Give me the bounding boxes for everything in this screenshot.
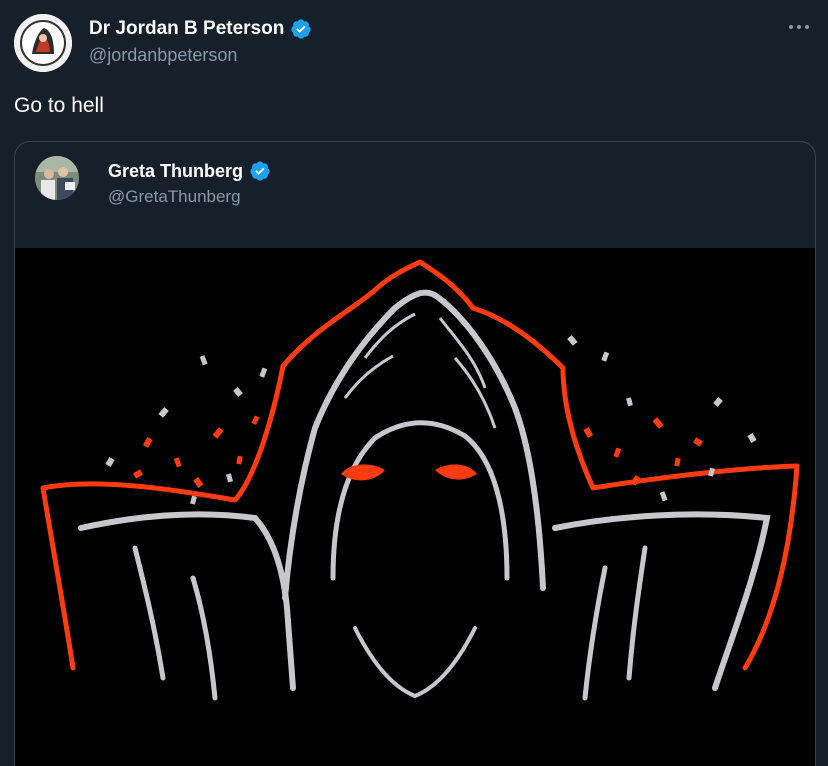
author-display-name[interactable]: Dr Jordan B Peterson [89, 18, 284, 40]
profile-photo-icon [35, 156, 79, 200]
profile-photo-icon [14, 14, 72, 72]
quoted-author-name-row: Greta Thunberg [108, 157, 271, 185]
more-options-icon [789, 25, 809, 29]
author-handle[interactable]: @jordanbpeterson [89, 45, 312, 66]
hooded-figure-illustration-icon [15, 248, 815, 766]
quoted-author-display-name[interactable]: Greta Thunberg [108, 161, 243, 182]
more-options-button[interactable] [786, 14, 812, 40]
quoted-author-handle[interactable]: @GretaThunberg [108, 187, 271, 207]
verified-badge-icon [291, 19, 311, 39]
quoted-author-info: Greta Thunberg @GretaThunberg [108, 157, 271, 207]
author-info: Dr Jordan B Peterson @jordanbpeterson [89, 15, 312, 66]
quoted-tweet-image[interactable] [15, 248, 815, 766]
quoted-author-avatar[interactable] [35, 156, 79, 200]
tweet[interactable]: Dr Jordan B Peterson @jordanbpeterson Go… [0, 0, 828, 766]
verified-badge-icon [250, 161, 270, 181]
quoted-tweet[interactable]: Greta Thunberg @GretaThunberg [14, 141, 816, 766]
author-name-row: Dr Jordan B Peterson [89, 15, 312, 43]
author-avatar[interactable] [14, 14, 72, 72]
tweet-text: Go to hell [14, 94, 104, 117]
